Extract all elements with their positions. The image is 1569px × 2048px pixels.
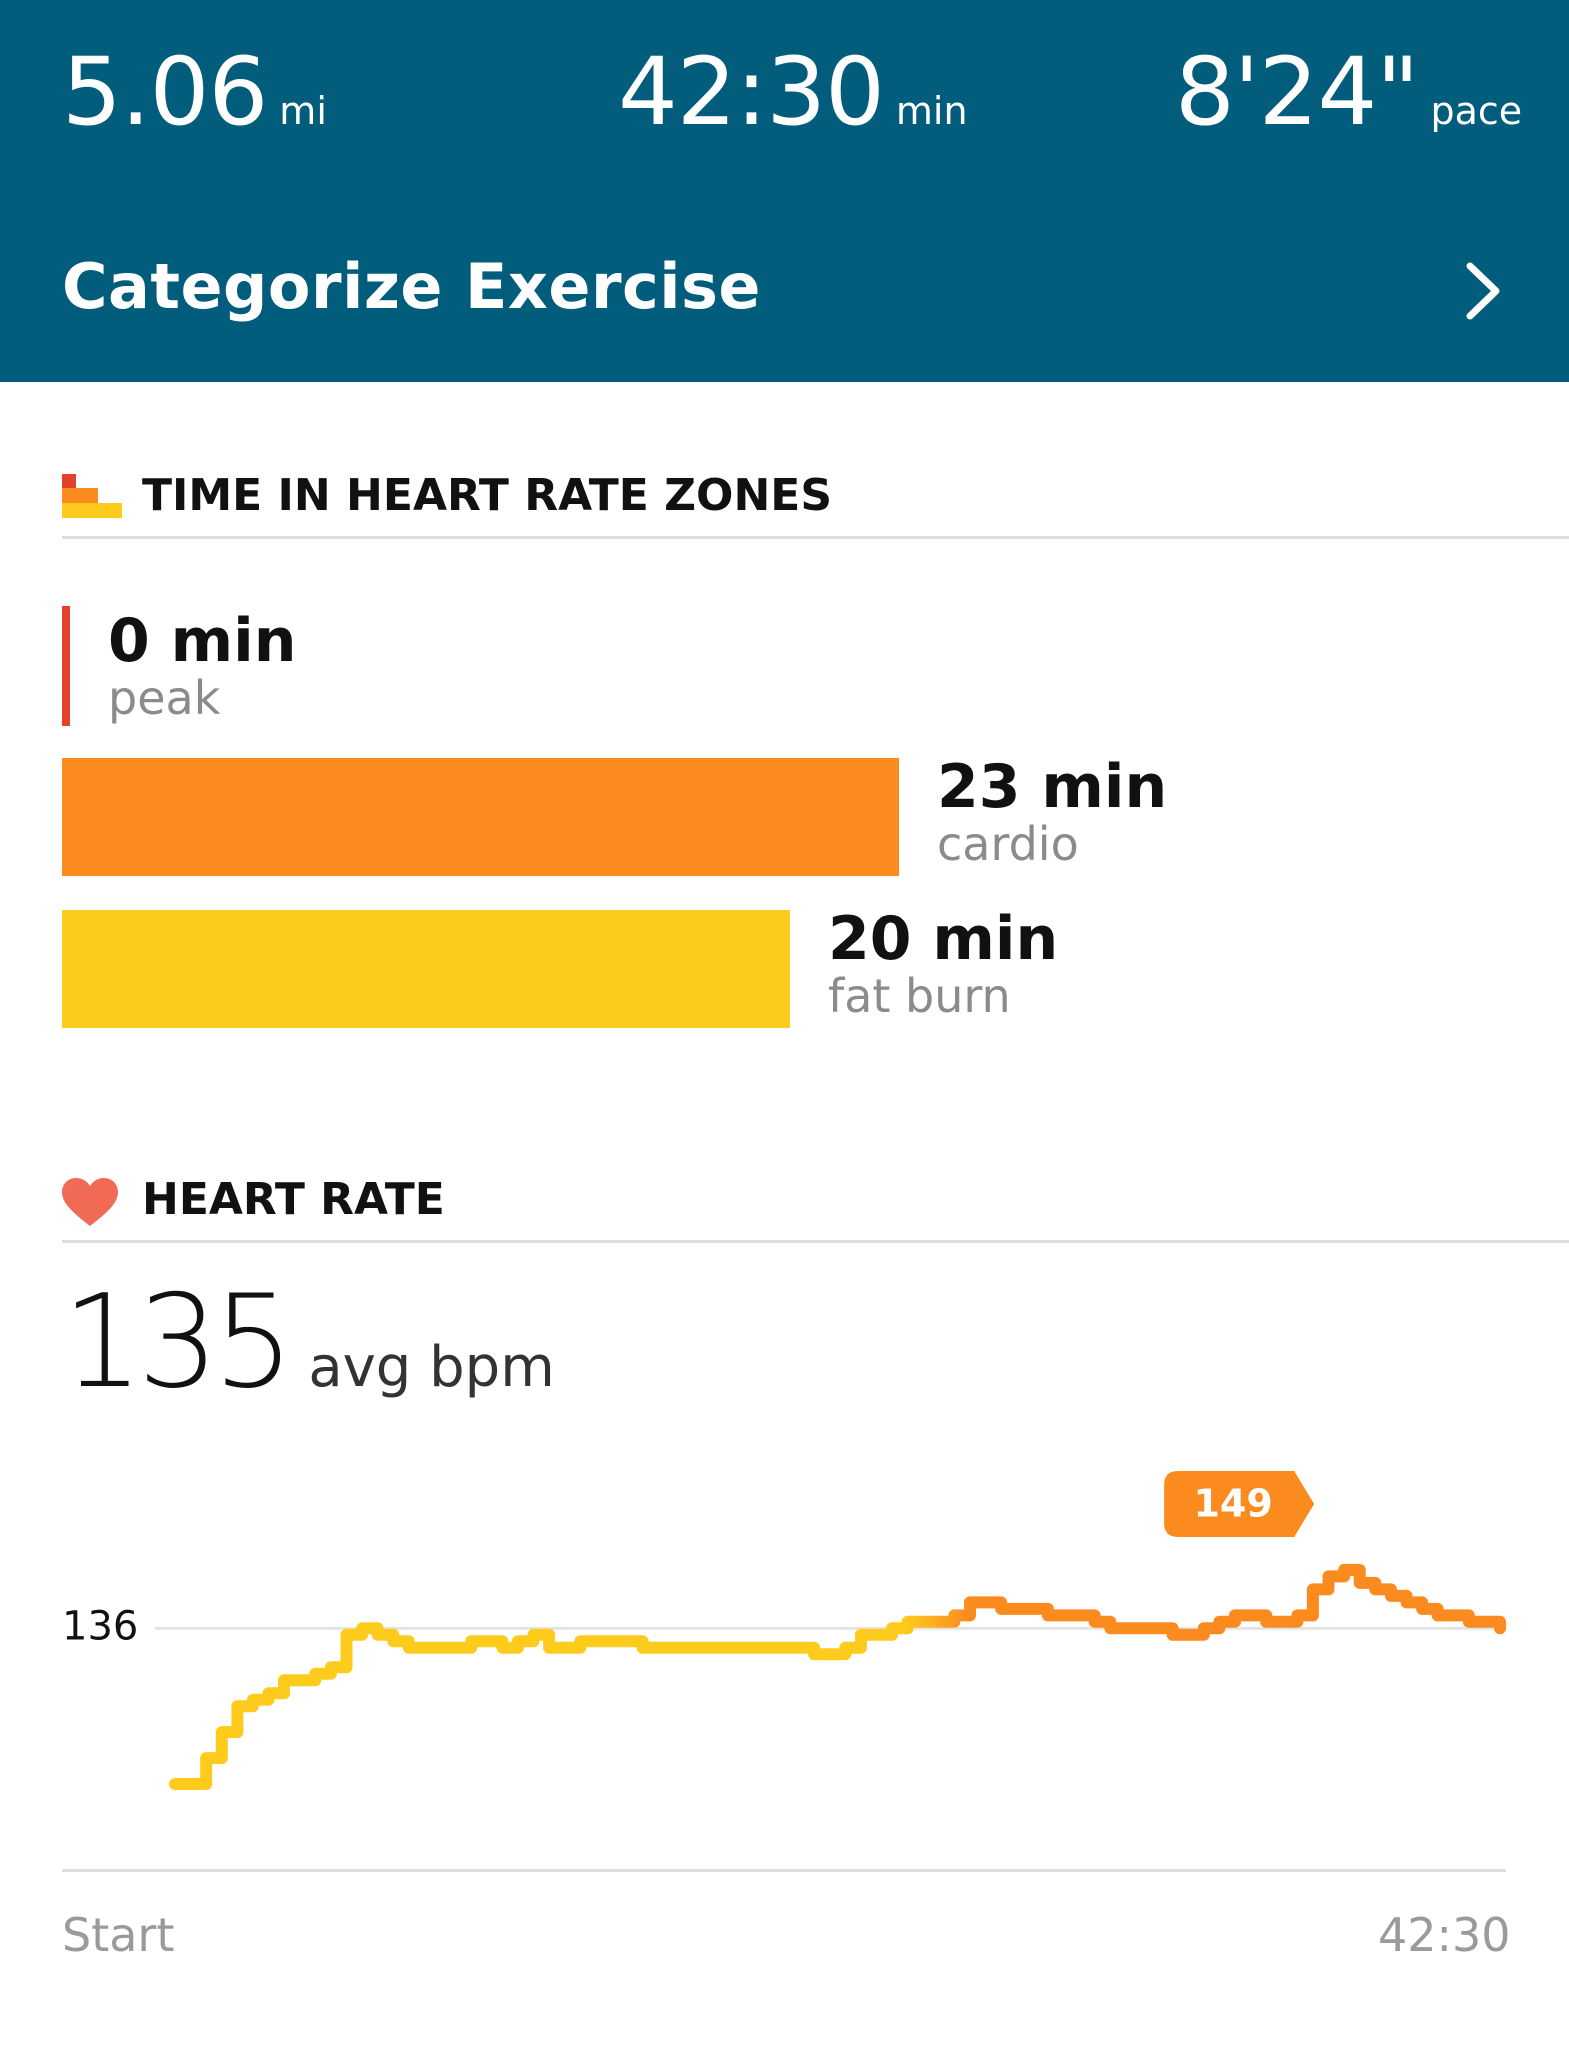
zone-fat-burn-minutes: 20 min [828, 904, 1059, 974]
reference-label: 136 [62, 1603, 138, 1649]
zone-cardio-name: cardio [937, 817, 1079, 871]
distance-unit: mi [279, 89, 327, 133]
average-bpm-unit: avg bpm [308, 1335, 555, 1400]
zone-cardio-minutes: 23 min [937, 752, 1168, 822]
average-heart-rate: 135 avg bpm [62, 1268, 555, 1417]
x-axis-end-label: 42:30 [1378, 1908, 1511, 1962]
heart-rate-title: HEART RATE [142, 1174, 445, 1225]
distance-stat: 5.06 mi [62, 38, 327, 147]
duration-value: 42:30 [618, 38, 885, 147]
zone-peak-minutes: 0 min [108, 606, 297, 676]
exercise-summary-page: 5.06 mi 42:30 min 8'24" pace Categorize Exe… [0, 0, 1569, 2048]
heart-rate-zones-header: TIME IN HEART RATE ZONES [62, 466, 1569, 539]
average-bpm-value: 135 [62, 1268, 294, 1417]
categorize-exercise-label: Categorize Exercise [62, 250, 761, 323]
heart-rate-line [169, 1563, 1506, 1790]
pace-stat: 8'24" pace [1175, 38, 1522, 147]
zones-title: TIME IN HEART RATE ZONES [142, 470, 833, 521]
distance-value: 5.06 [62, 38, 268, 147]
zone-peak-bar [62, 606, 70, 726]
zone-peak-name: peak [108, 671, 221, 725]
zone-fat-burn-text: 20 min fat burn [828, 908, 1058, 1022]
zone-fat-burn-name: fat burn [828, 969, 1011, 1023]
categorize-exercise-button[interactable]: Categorize Exercise [0, 222, 1569, 352]
heart-icon [62, 1178, 118, 1226]
heart-rate-header: HEART RATE [62, 1170, 1569, 1243]
summary-header: 5.06 mi 42:30 min 8'24" pace Categorize Exe… [0, 0, 1569, 382]
peak-tag: 149 [1164, 1471, 1315, 1537]
zone-cardio-bar [62, 758, 899, 876]
zone-peak-text: 0 min peak [108, 610, 296, 724]
pace-value: 8'24" [1175, 38, 1419, 147]
zones-icon [62, 474, 122, 518]
duration-unit: min [895, 89, 968, 133]
x-axis-start-label: Start [62, 1908, 175, 1962]
duration-stat: 42:30 min [618, 38, 968, 147]
zone-fat-burn-bar [62, 910, 790, 1028]
heart-rate-chart[interactable]: 136 149 [0, 1440, 1569, 1920]
pace-unit: pace [1430, 89, 1523, 133]
peak-tag-label: 149 [1193, 1482, 1272, 1526]
chart-x-axis [62, 1869, 1506, 1872]
zone-cardio-text: 23 min cardio [937, 756, 1167, 870]
chevron-right-icon [1466, 262, 1500, 320]
